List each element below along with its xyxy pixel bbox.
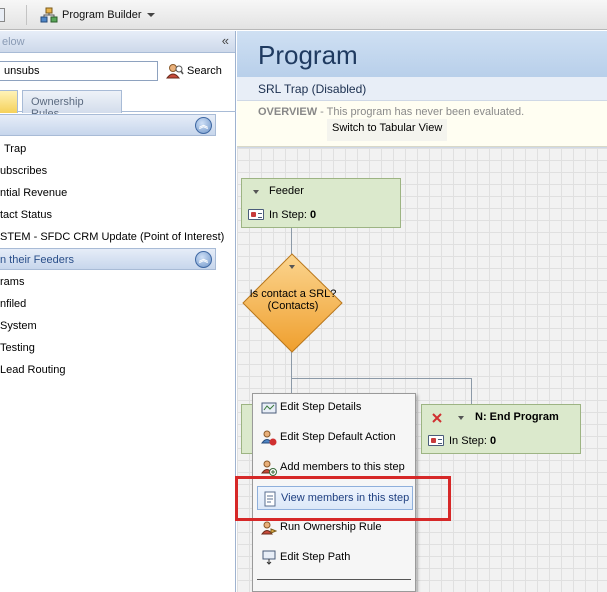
menu-item-edit-step-default-action[interactable]: Edit Step Default Action [257, 426, 413, 450]
search-button[interactable]: Search [166, 61, 222, 81]
overview-message: - This program has never been evaluated. [317, 106, 525, 118]
view-members-icon [264, 491, 276, 507]
menu-item-label: Edit Step Path [280, 551, 351, 563]
left-tabs: Ownership Rules [0, 90, 236, 120]
list-item[interactable]: tact Status [0, 209, 52, 221]
contact-card-icon [428, 435, 444, 446]
step-details-icon [261, 402, 277, 414]
program-subtitle: SRL Trap (Disabled) [258, 82, 367, 96]
end-program-node[interactable]: N: End Program In Step: 0 [421, 404, 581, 454]
decision-object: (Contacts) [267, 300, 319, 312]
list-item[interactable]: System [0, 320, 37, 332]
feeder-node[interactable]: Feeder In Step: 0 [241, 178, 401, 228]
node-step-count: In Step: 0 [269, 209, 316, 221]
tab-ownership-rules[interactable]: Ownership Rules [22, 90, 122, 120]
list-item[interactable]: STEM - SFDC CRM Update (Point of Interes… [0, 231, 224, 243]
toolbar-separator [26, 5, 27, 25]
menu-item-label: Add members to this step [280, 461, 405, 473]
step-count: 0 [489, 435, 497, 447]
menu-item-edit-step-path[interactable]: Edit Step Path [257, 546, 413, 570]
decision-question: Is contact a SRL? [249, 288, 337, 300]
menu-item-label: Run Ownership Rule [280, 521, 382, 533]
add-members-icon [261, 460, 277, 476]
list-item[interactable]: Lead Routing [0, 364, 65, 376]
connector-line [471, 378, 472, 406]
overview-panel: OVERVIEW - This program has never been e… [237, 101, 607, 147]
menu-item-add-members[interactable]: Add members to this step [257, 456, 413, 480]
title-band: Program [237, 31, 607, 77]
node-dropdown-icon[interactable] [253, 190, 259, 194]
collapse-up-icon[interactable]: ︽ [195, 251, 212, 268]
left-panel-header-text: elow [2, 36, 25, 48]
section-title: n their Feeders [0, 254, 74, 266]
node-dropdown-icon[interactable] [458, 416, 464, 420]
connector-line [291, 378, 472, 379]
step-context-menu: Edit Step Details Edit Step Default Acti… [252, 393, 416, 592]
close-icon[interactable] [432, 413, 442, 423]
list-item[interactable]: Trap [4, 143, 26, 155]
search-people-icon [166, 63, 184, 78]
step-path-icon [262, 550, 276, 565]
left-panel-header: elow « [0, 31, 235, 53]
program-subtitle-bar: SRL Trap (Disabled) [237, 77, 607, 101]
step-label: In Step: [449, 435, 487, 447]
program-builder-label: Program Builder [62, 9, 142, 21]
program-builder-button[interactable]: Program Builder [40, 5, 156, 25]
node-step-count: In Step: 0 [449, 435, 496, 447]
decision-label: Is contact a SRL? (Contacts) [241, 288, 345, 312]
ownership-rule-icon [261, 521, 277, 535]
list-item[interactable]: ntial Revenue [0, 187, 67, 199]
section-header-feeders[interactable]: n their Feeders ︽ [0, 248, 216, 270]
menu-separator [257, 579, 411, 580]
menu-item-run-ownership-rule[interactable]: Run Ownership Rule [257, 516, 413, 540]
program-builder-icon [40, 7, 58, 23]
section-header-programs[interactable]: ︽ [0, 114, 216, 136]
overview-label: OVERVIEW [258, 106, 318, 118]
end-program-title: N: End Program [475, 411, 559, 423]
search-input[interactable] [0, 61, 158, 81]
step-count: 0 [309, 209, 317, 221]
menu-item-label: Edit Step Default Action [280, 431, 396, 443]
step-label: In Step: [269, 209, 307, 221]
node-title: Feeder [269, 185, 304, 197]
contact-card-icon [248, 209, 264, 220]
menu-item-label: View members in this step [281, 492, 410, 504]
menu-item-edit-step-details[interactable]: Edit Step Details [257, 396, 413, 420]
toolbar-edge-icon[interactable] [0, 8, 5, 22]
overview-text: OVERVIEW - This program has never been e… [258, 106, 524, 118]
page-title: Program [258, 40, 358, 70]
left-panel: elow « Search Ownership Rules ︽ Trap ubs… [0, 31, 236, 592]
switch-to-tabular-view-button[interactable]: Switch to Tabular View [327, 119, 448, 141]
default-action-icon [261, 430, 277, 446]
node-title: N: End Program [475, 411, 559, 423]
list-item[interactable]: ubscribes [0, 165, 47, 177]
menu-item-view-members[interactable]: View members in this step [257, 486, 413, 510]
list-item[interactable]: rams [0, 276, 24, 288]
collapse-panel-icon[interactable]: « [222, 33, 229, 48]
chevron-down-icon [147, 13, 156, 17]
tab-programs[interactable] [0, 90, 18, 113]
connector-line [291, 228, 292, 254]
collapse-up-icon[interactable]: ︽ [195, 117, 212, 134]
list-item[interactable]: Testing [0, 342, 35, 354]
list-item[interactable]: nfiled [0, 298, 26, 310]
search-button-label: Search [187, 65, 222, 77]
menu-item-label: Edit Step Details [280, 401, 362, 413]
top-toolbar: Program Builder [0, 0, 607, 30]
